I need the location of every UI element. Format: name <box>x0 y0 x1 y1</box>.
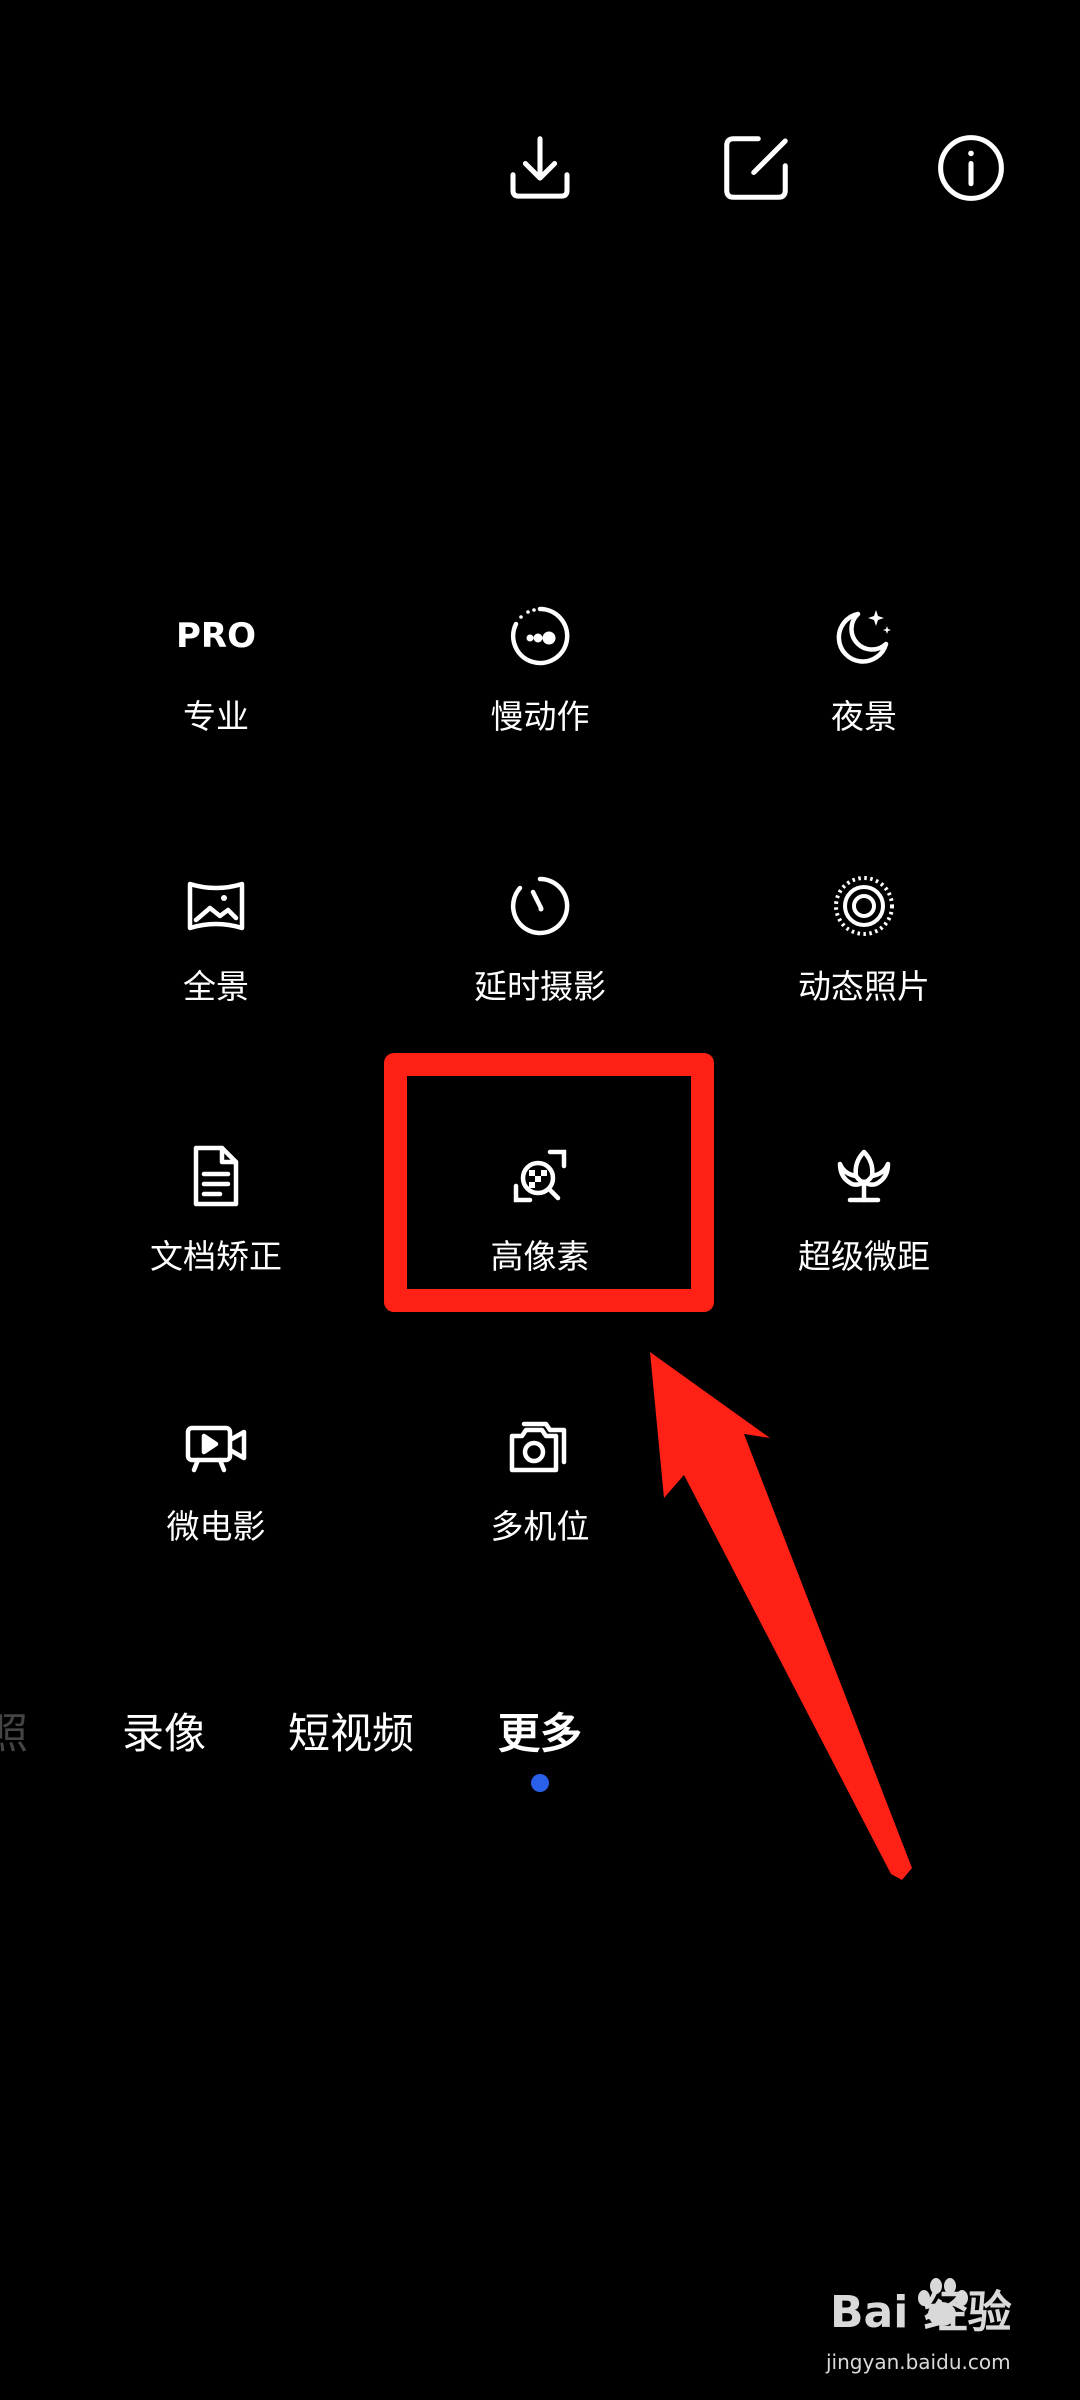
tab-more[interactable]: 更多 <box>498 1700 582 1761</box>
mode-timelapse[interactable]: 延时摄影 <box>420 866 660 1026</box>
mode-multi-camera[interactable]: 多机位 <box>420 1406 660 1566</box>
mode-label: 全景 <box>183 967 249 1006</box>
mode-label: 超级微距 <box>798 1237 930 1276</box>
macro-flower-icon <box>824 1136 904 1216</box>
mode-panorama[interactable]: 全景 <box>96 866 336 1026</box>
camera-more-modes-screen: PRO 专业 慢动作 夜景 全景 延时摄影 动态照片 文档矫正 高像素 超级微距… <box>0 0 1080 2400</box>
edit-icon <box>724 136 788 200</box>
watermark-url: jingyan.baidu.com <box>826 2350 1011 2374</box>
mode-slow-motion[interactable]: 慢动作 <box>420 596 660 756</box>
tab-photo[interactable]: 照 <box>0 1700 28 1761</box>
movie-camera-icon <box>176 1406 256 1486</box>
highlight-box <box>384 1053 714 1312</box>
mode-night[interactable]: 夜景 <box>744 596 984 756</box>
live-photo-icon <box>824 866 904 946</box>
panorama-icon <box>176 866 256 946</box>
active-tab-indicator <box>531 1774 549 1792</box>
mode-label: 延时摄影 <box>474 967 606 1006</box>
download-icon <box>510 136 570 199</box>
mode-label: 微电影 <box>166 1507 266 1546</box>
mode-live-photo[interactable]: 动态照片 <box>744 866 984 1026</box>
mode-label: 夜景 <box>831 697 897 736</box>
multi-camera-icon <box>500 1406 580 1486</box>
mode-pro[interactable]: PRO 专业 <box>96 596 336 756</box>
slow-motion-icon <box>500 596 580 676</box>
baidu-jingyan-watermark: Bai 经验 jingyan.baidu.com <box>822 2272 1062 2382</box>
mode-document[interactable]: 文档矫正 <box>96 1136 336 1296</box>
info-icon <box>938 135 1004 201</box>
download-button[interactable] <box>490 118 590 218</box>
mode-label: 动态照片 <box>798 967 930 1006</box>
mode-micro-movie[interactable]: 微电影 <box>96 1406 336 1566</box>
mode-label: 多机位 <box>490 1507 590 1546</box>
night-moon-icon <box>824 596 904 676</box>
info-button[interactable] <box>921 118 1021 218</box>
document-icon <box>176 1136 256 1216</box>
mode-label: 文档矫正 <box>150 1237 282 1276</box>
paw-icon <box>918 2278 968 2326</box>
mode-tab-bar: 照 录像 短视频 更多 <box>0 1700 1080 1810</box>
pro-text-icon: PRO <box>176 616 257 656</box>
tab-short-video[interactable]: 短视频 <box>288 1700 414 1761</box>
mode-super-macro[interactable]: 超级微距 <box>744 1136 984 1296</box>
timelapse-icon <box>500 866 580 946</box>
mode-label: 慢动作 <box>490 697 590 736</box>
edit-button[interactable] <box>706 118 806 218</box>
tab-video[interactable]: 录像 <box>122 1700 206 1761</box>
mode-label: 专业 <box>183 697 249 736</box>
